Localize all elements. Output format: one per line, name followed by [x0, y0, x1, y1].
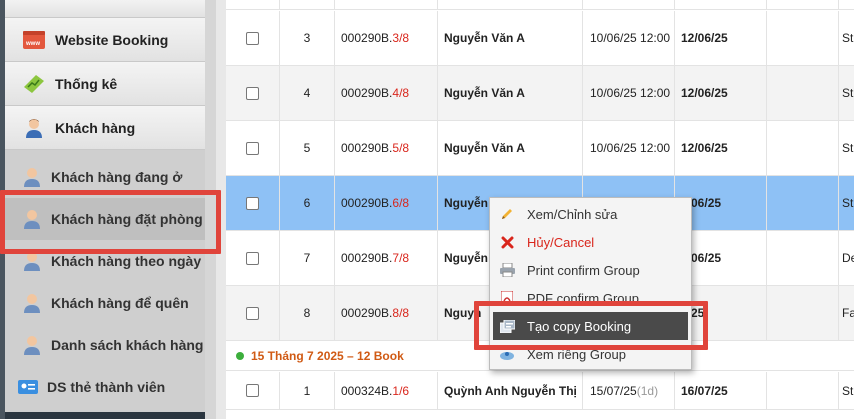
checkin-date: 10/06/25 12:00	[583, 66, 675, 120]
sidebar-subitem-label: Danh sách khách hàng	[51, 337, 204, 353]
sidebar-subitem-guests-by-day[interactable]: Khách hàng theo ngày	[5, 240, 205, 282]
sidebar-subitem-label: Khách hàng đặt phòng	[51, 211, 203, 227]
guest-name: Nguyễn Văn A	[438, 121, 583, 175]
row-number: 1	[280, 372, 335, 409]
sidebar-subitem-label: Khách hàng đang ở	[51, 169, 183, 185]
guest-name: Quỳnh Anh Nguyễn Thị	[438, 372, 583, 409]
status-text: St	[842, 31, 854, 45]
row-checkbox[interactable]	[246, 86, 259, 100]
row-number: 4	[280, 66, 335, 120]
row-number: 8	[280, 286, 335, 340]
booking-code[interactable]: 000290B. 7/8	[335, 231, 438, 285]
sidebar-item-label: Thống kê	[55, 75, 118, 92]
table-row[interactable]: 3 000290B. 3/8 Nguyễn Văn A 10/06/25 12:0…	[226, 11, 854, 66]
menu-item-label: Print confirm Group	[527, 262, 640, 278]
checkout-date: 16/07/25	[675, 372, 767, 409]
copy-booking-icon	[499, 318, 515, 334]
checkin-date: 15/07/25 (1d)	[583, 372, 675, 409]
pencil-icon	[499, 206, 515, 222]
menu-item-view-edit[interactable]: Xem/Chỉnh sửa	[493, 200, 688, 228]
user-icon	[21, 166, 43, 188]
sidebar-subitem-member-cards[interactable]: DS thẻ thành viên	[5, 366, 205, 408]
row-checkbox[interactable]	[246, 306, 259, 320]
row-number: 3	[280, 11, 335, 65]
status-text: Fa	[842, 306, 854, 320]
user-icon	[21, 250, 43, 272]
chart-icon	[23, 73, 45, 95]
menu-item-label: Hủy/Cancel	[527, 234, 595, 250]
booking-code[interactable]: 000324B. 1/6	[335, 372, 438, 409]
user-icon	[21, 208, 43, 230]
sidebar-gutter	[205, 0, 216, 419]
row-checkbox[interactable]	[246, 251, 259, 265]
status-text: De	[842, 251, 854, 265]
checkin-date: 10/06/25 12:00	[583, 121, 675, 175]
menu-item-label: PDF confirm Group	[527, 290, 639, 306]
booking-code[interactable]: 000290B. 8/8	[335, 286, 438, 340]
checkout-date: 12/06/25	[675, 121, 767, 175]
sidebar-item-label: Khách hàng	[55, 119, 136, 136]
group-header-label: 15 Tháng 7 2025 – 12 Book	[251, 348, 404, 363]
sidebar-subitem-label: DS thẻ thành viên	[47, 379, 166, 395]
sidebar-subitem-label: Khách hàng theo ngày	[51, 253, 202, 269]
row-checkbox[interactable]	[246, 141, 259, 155]
menu-item-cancel[interactable]: Hủy/Cancel	[493, 228, 688, 256]
status-text: St	[842, 383, 854, 398]
guest-name: Nguyễn Văn A	[438, 66, 583, 120]
status-text: St	[842, 141, 854, 155]
table-row[interactable]: 5 000290B. 5/8 Nguyễn Văn A 10/06/25 12:0…	[226, 121, 854, 176]
guest-name: Nguyễn Văn A	[438, 11, 583, 65]
row-checkbox[interactable]	[246, 384, 259, 397]
sidebar-subitem-lost-items[interactable]: Khách hàng để quên	[5, 282, 205, 324]
member-card-icon	[17, 376, 39, 398]
booking-code[interactable]: 000290B. 5/8	[335, 121, 438, 175]
sidebar-item-customers[interactable]: Khách hàng	[5, 106, 205, 150]
customer-icon	[23, 117, 45, 139]
status-text: St	[842, 86, 854, 100]
row-number: 6	[280, 176, 335, 230]
group-status-dot	[236, 351, 244, 360]
booking-code[interactable]: 000290B. 3/8	[335, 11, 438, 65]
status-text: St	[842, 196, 854, 210]
customers-submenu: Khách hàng đang ở Khách hàng đặt phòng K…	[5, 150, 205, 412]
menu-item-label: Xem/Chỉnh sửa	[527, 206, 618, 222]
menu-item-copy-booking[interactable]: Tạo copy Booking	[493, 312, 688, 340]
cancel-x-icon	[499, 234, 515, 250]
sidebar-item-website-booking[interactable]: www Website Booking	[5, 18, 205, 62]
pdf-icon	[499, 290, 515, 306]
menu-item-print-confirm-group[interactable]: Print confirm Group	[493, 256, 688, 284]
context-menu: Xem/Chỉnh sửa Hủy/Cancel Print confirm G…	[489, 197, 692, 370]
sidebar-menu: www Website Booking Thống kê Khách hàng …	[5, 0, 205, 412]
sidebar-item-statistics[interactable]: Thống kê	[5, 62, 205, 106]
menu-item-label: Xem riêng Group	[527, 346, 626, 362]
sidebar-subitem-customer-list[interactable]: Danh sách khách hàng	[5, 324, 205, 366]
table-row[interactable]	[226, 0, 854, 10]
sidebar-subitem-label: Khách hàng để quên	[51, 295, 189, 311]
row-number: 7	[280, 231, 335, 285]
user-icon	[21, 334, 43, 356]
group-view-icon	[499, 346, 515, 362]
website-icon: www	[23, 29, 45, 51]
row-checkbox[interactable]	[246, 196, 259, 210]
user-icon	[21, 292, 43, 314]
svg-text:www: www	[25, 41, 40, 47]
sidebar-item-label: Website Booking	[55, 31, 169, 48]
booking-code[interactable]: 000290B. 4/8	[335, 66, 438, 120]
menu-item-label: Tạo copy Booking	[527, 318, 632, 334]
sidebar-item-partial-top[interactable]	[5, 0, 205, 18]
menu-item-pdf-confirm-group[interactable]: PDF confirm Group	[493, 284, 688, 312]
row-number: 5	[280, 121, 335, 175]
checkin-date: 10/06/25 12:00	[583, 11, 675, 65]
sidebar-subitem-current-guests[interactable]: Khách hàng đang ở	[5, 156, 205, 198]
booking-code[interactable]: 000290B. 6/8	[335, 176, 438, 230]
table-row[interactable]: 4 000290B. 4/8 Nguyễn Văn A 10/06/25 12:0…	[226, 66, 854, 121]
row-checkbox[interactable]	[246, 31, 259, 45]
table-row[interactable]: 1 000324B. 1/6 Quỳnh Anh Nguyễn Thị 15/07…	[226, 372, 854, 410]
sidebar-subitem-booked-guests[interactable]: Khách hàng đặt phòng	[5, 198, 205, 240]
sidebar: www Website Booking Thống kê Khách hàng …	[0, 0, 216, 419]
checkout-date: 12/06/25	[675, 66, 767, 120]
menu-item-view-group[interactable]: Xem riêng Group	[493, 340, 688, 368]
checkout-date: 12/06/25	[675, 11, 767, 65]
printer-icon	[499, 262, 515, 278]
